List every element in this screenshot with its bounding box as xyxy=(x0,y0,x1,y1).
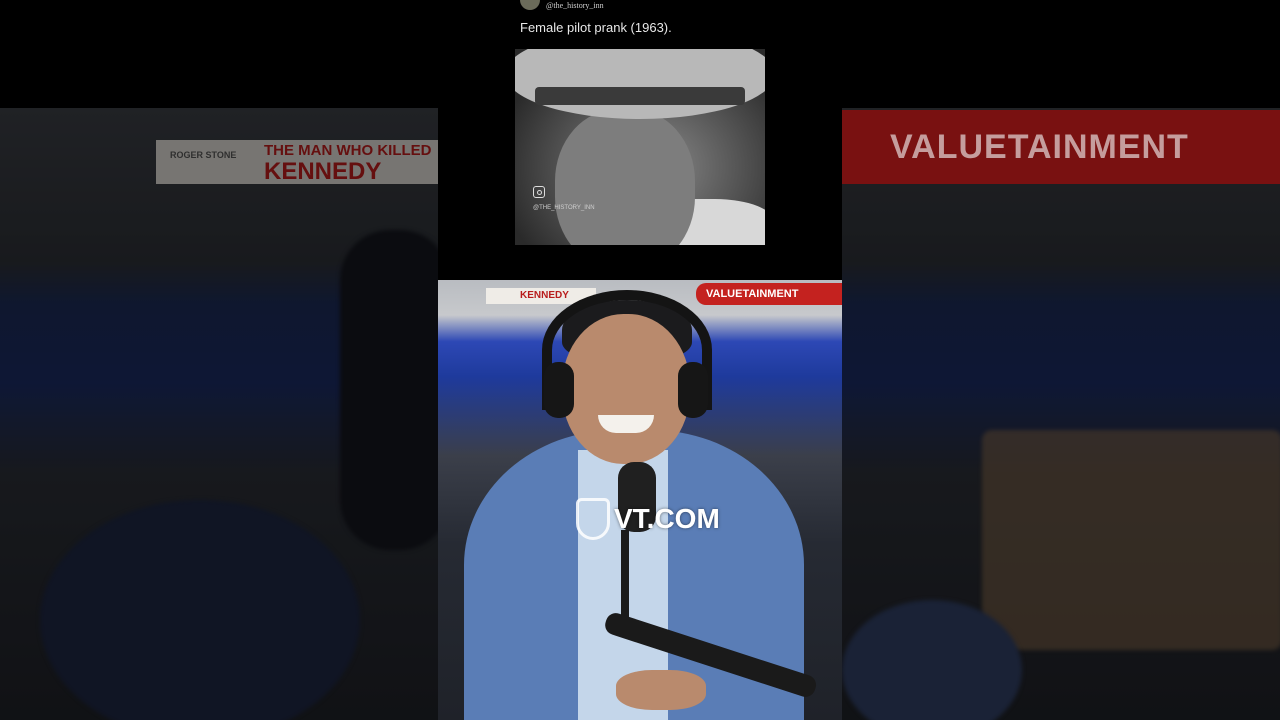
background-left-panel: ROGER STONE THE MAN WHO KILLED KENNEDY xyxy=(0,0,438,720)
book-banner-title: KENNEDY xyxy=(520,290,569,301)
book-title-line2-left: KENNEDY xyxy=(264,158,382,185)
valuetainment-text: VALUETAINMENT xyxy=(706,288,799,300)
clip-hat xyxy=(515,49,765,119)
clip-watermark-handle: @THE_HISTORY_INN xyxy=(533,205,595,211)
background-right-panel: VALUETAINMENT xyxy=(842,0,1280,720)
valuetainment-banner-right: VALUETAINMENT xyxy=(842,110,1280,184)
clip-face xyxy=(555,109,695,245)
vt-watermark: VT.COM xyxy=(576,498,720,540)
vt-shield-icon xyxy=(576,498,610,540)
post-caption: Female pilot prank (1963). xyxy=(520,20,672,35)
background-top-black-right xyxy=(842,0,1280,108)
microphone-stem xyxy=(621,530,629,620)
left-earcup xyxy=(544,362,574,418)
book-title-line1-left: THE MAN WHO KILLED xyxy=(264,142,432,159)
right-earcup xyxy=(678,362,708,418)
video-center-column: @the_history_inn Female pilot prank (196… xyxy=(438,0,842,720)
valuetainment-text-right: VALUETAINMENT xyxy=(890,127,1189,166)
blurred-flag-sign-right xyxy=(982,430,1280,650)
archival-video-clip: @THE_HISTORY_INN xyxy=(515,49,765,245)
post-handle: @the_history_inn xyxy=(546,0,604,10)
background-top-black xyxy=(0,0,438,108)
post-header: @the_history_inn xyxy=(520,0,604,10)
clip-hat-band xyxy=(535,87,745,105)
podcast-video-frame: KENNEDY VALUETAINMENT VT.COM xyxy=(438,280,842,720)
vt-watermark-text: VT.COM xyxy=(614,503,720,534)
book-banner-left: ROGER STONE THE MAN WHO KILLED KENNEDY xyxy=(156,140,438,185)
host-hands xyxy=(616,670,706,710)
blurred-headphone-left xyxy=(340,230,438,550)
avatar xyxy=(520,0,540,10)
instagram-icon xyxy=(533,186,545,198)
valuetainment-banner: VALUETAINMENT xyxy=(696,283,842,305)
book-author-left: ROGER STONE xyxy=(170,150,237,160)
